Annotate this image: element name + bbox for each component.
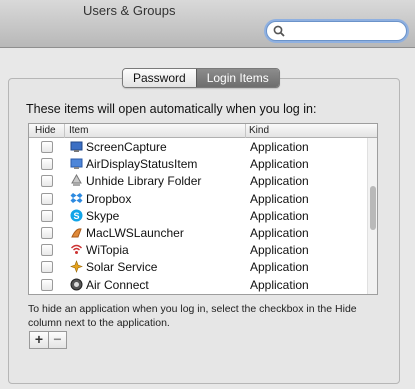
app-name: Skype (86, 208, 120, 223)
hide-checkbox[interactable] (41, 175, 53, 188)
air-connect-icon (70, 278, 83, 290)
table-header: Hide Item Kind (29, 124, 377, 138)
hide-checkbox[interactable] (41, 158, 53, 171)
lws-launcher-icon (71, 228, 82, 238)
column-header-hide[interactable]: Hide (35, 125, 56, 137)
app-name: WiTopia (86, 243, 129, 258)
column-divider (245, 124, 246, 138)
hide-checkbox[interactable] (41, 141, 53, 153)
hide-checkbox[interactable] (41, 226, 53, 239)
tab-login-items[interactable]: Login Items (195, 69, 279, 87)
hide-checkbox[interactable] (41, 278, 53, 291)
app-kind: Application (250, 140, 309, 154)
search-icon (273, 25, 285, 37)
table-row[interactable]: MacLWSLauncher Application (29, 224, 377, 241)
table-rows: ScreenCapture Application AirDisplayStat… (29, 138, 377, 293)
window-title: Users & Groups (83, 3, 176, 18)
login-items-intro: These items will open automatically when… (26, 102, 317, 116)
witopia-icon (71, 244, 82, 255)
search-field[interactable] (266, 21, 407, 41)
table-row[interactable]: Dropbox Application (29, 190, 377, 207)
air-display-icon (70, 158, 83, 170)
skype-icon: S (70, 209, 83, 222)
library-folder-icon (71, 174, 82, 187)
app-name: Solar Service (86, 260, 158, 275)
scrollbar-thumb[interactable] (370, 186, 376, 230)
table-row[interactable]: WiTopia Application (29, 241, 377, 258)
app-name: Dropbox (86, 191, 132, 206)
hide-checkbox[interactable] (41, 209, 53, 222)
app-kind: Application (250, 191, 309, 206)
app-kind: Application (250, 277, 309, 292)
add-remove-buttons: + − (29, 331, 67, 349)
login-items-table: Hide Item Kind ScreenCapture Application… (28, 123, 378, 295)
table-row[interactable]: ScreenCapture Application (29, 138, 377, 155)
search-input[interactable] (289, 24, 399, 38)
remove-item-button[interactable]: − (48, 332, 66, 348)
table-row[interactable]: Unhide Library Folder Application (29, 172, 377, 189)
app-kind: Application (250, 243, 309, 258)
dropbox-icon (70, 192, 83, 203)
tab-bar: Password Login Items (122, 68, 280, 88)
column-divider (64, 124, 65, 138)
solar-service-icon (70, 260, 83, 274)
table-row[interactable]: S Skype Application (29, 207, 377, 224)
hide-checkbox[interactable] (41, 192, 53, 205)
column-header-item[interactable]: Item (69, 125, 88, 137)
svg-text:S: S (73, 211, 79, 221)
app-name: ScreenCapture (86, 140, 167, 154)
hide-checkbox[interactable] (41, 261, 53, 274)
screen-capture-icon (70, 141, 83, 152)
app-name: MacLWSLauncher (86, 225, 184, 240)
add-item-button[interactable]: + (30, 332, 48, 348)
tab-password[interactable]: Password (123, 69, 196, 87)
app-kind: Application (250, 208, 309, 223)
app-name: Unhide Library Folder (86, 174, 202, 189)
column-header-kind[interactable]: Kind (249, 125, 269, 137)
app-name: AirDisplayStatusItem (86, 157, 198, 172)
window-toolbar: Users & Groups (0, 0, 415, 48)
table-row[interactable]: AirDisplayStatusItem Application (29, 155, 377, 172)
app-kind: Application (250, 157, 309, 172)
vertical-scrollbar[interactable] (367, 138, 377, 294)
hide-checkbox[interactable] (41, 244, 53, 257)
app-kind: Application (250, 174, 309, 189)
hide-help-text: To hide an application when you log in, … (28, 303, 357, 329)
table-row[interactable]: Solar Service Application (29, 258, 377, 275)
table-row[interactable]: Air Connect Application (29, 276, 377, 293)
app-name: Air Connect (86, 277, 149, 292)
app-kind: Application (250, 260, 309, 275)
app-kind: Application (250, 225, 309, 240)
